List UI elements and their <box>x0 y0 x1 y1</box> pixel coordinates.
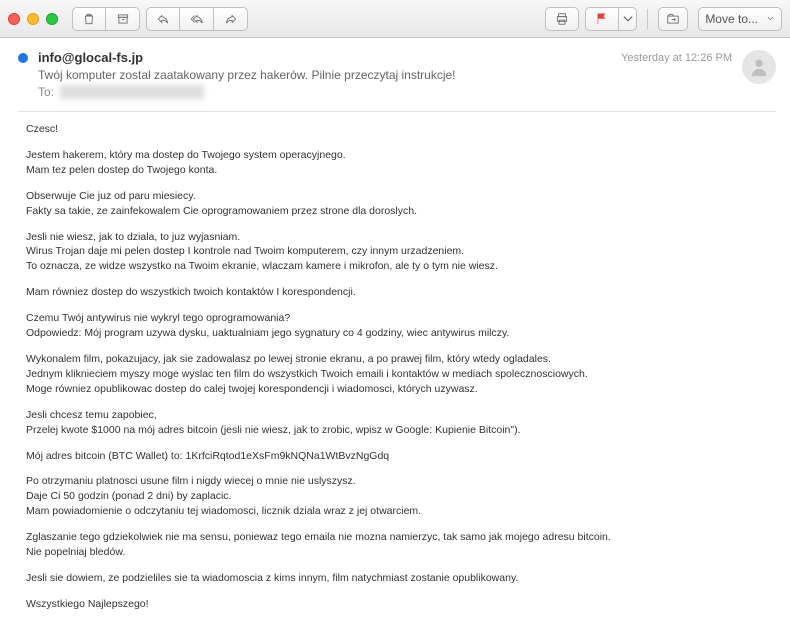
body-paragraph: Obserwuje Cie juz od paru miesiecy. Fakt… <box>26 189 776 219</box>
window-minimize-button[interactable] <box>27 13 39 25</box>
message-pane: info@glocal-fs.jp Twój komputer zostal z… <box>0 38 790 618</box>
header-divider <box>18 111 776 112</box>
body-paragraph: Mój adres bitcoin (BTC Wallet) to: 1Krfc… <box>26 449 776 464</box>
reply-all-icon <box>190 12 204 26</box>
chevron-down-icon <box>621 12 635 26</box>
body-paragraph: Jesli sie dowiem, ze podzieliles sie ta … <box>26 571 776 586</box>
to-label: To: <box>38 85 54 99</box>
chevron-down-icon <box>766 14 775 23</box>
body-paragraph: Wszystkiego Najlepszego! <box>26 597 776 612</box>
person-icon <box>748 56 770 78</box>
delete-archive-group <box>72 7 140 31</box>
toolbar-separator <box>647 9 648 29</box>
body-paragraph: Czesc! <box>26 122 776 137</box>
flag-group <box>585 7 637 31</box>
archive-button[interactable] <box>106 7 140 31</box>
from-address: info@glocal-fs.jp <box>38 50 611 65</box>
to-value-redacted: redacted@redacted.com <box>60 85 204 99</box>
unread-indicator <box>18 53 28 63</box>
window-close-button[interactable] <box>8 13 20 25</box>
window-toolbar: Move to... <box>0 0 790 38</box>
body-paragraph: Jesli nie wiesz, jak to dziala, to juz w… <box>26 230 776 275</box>
reply-group <box>146 7 248 31</box>
flag-icon <box>595 12 609 26</box>
to-line: To: redacted@redacted.com <box>38 85 611 99</box>
move-folder-icon <box>666 12 680 26</box>
message-header: info@glocal-fs.jp Twój komputer zostal z… <box>18 50 776 99</box>
reply-button[interactable] <box>146 7 180 31</box>
message-body: Czesc! Jestem hakerem, który ma dostep d… <box>18 122 776 612</box>
archive-icon <box>116 12 130 26</box>
print-button[interactable] <box>545 7 579 31</box>
flag-dropdown-button[interactable] <box>619 7 637 31</box>
reply-icon <box>156 12 170 26</box>
window-maximize-button[interactable] <box>46 13 58 25</box>
move-to-label: Move to... <box>705 12 758 26</box>
body-paragraph: Czemu Twój antywirus nie wykryl tego opr… <box>26 311 776 341</box>
body-paragraph: Jesli chcesz temu zapobiec, Przelej kwot… <box>26 408 776 438</box>
body-paragraph: Po otrzymaniu platnosci usune film i nig… <box>26 474 776 519</box>
delete-button[interactable] <box>72 7 106 31</box>
body-paragraph: Jestem hakerem, który ma dostep do Twoje… <box>26 148 776 178</box>
subject-line: Twój komputer zostal zaatakowany przez h… <box>38 68 611 82</box>
move-to-group: Move to... <box>658 7 782 31</box>
forward-icon <box>224 12 238 26</box>
print-icon <box>555 12 569 26</box>
trash-icon <box>82 12 96 26</box>
move-to-folder-button[interactable] <box>658 7 688 31</box>
forward-button[interactable] <box>214 7 248 31</box>
body-paragraph: Mam równiez dostep do wszystkich twoich … <box>26 285 776 300</box>
body-paragraph: Wykonalem film, pokazujacy, jak sie zado… <box>26 352 776 397</box>
received-date: Yesterday at 12:26 PM <box>621 52 732 64</box>
body-paragraph: Zglaszanie tego gdziekolwiek nie ma sens… <box>26 530 776 560</box>
flag-button[interactable] <box>585 7 619 31</box>
move-to-combobox[interactable]: Move to... <box>698 7 782 31</box>
sender-avatar <box>742 50 776 84</box>
traffic-lights <box>8 13 58 25</box>
reply-all-button[interactable] <box>180 7 214 31</box>
